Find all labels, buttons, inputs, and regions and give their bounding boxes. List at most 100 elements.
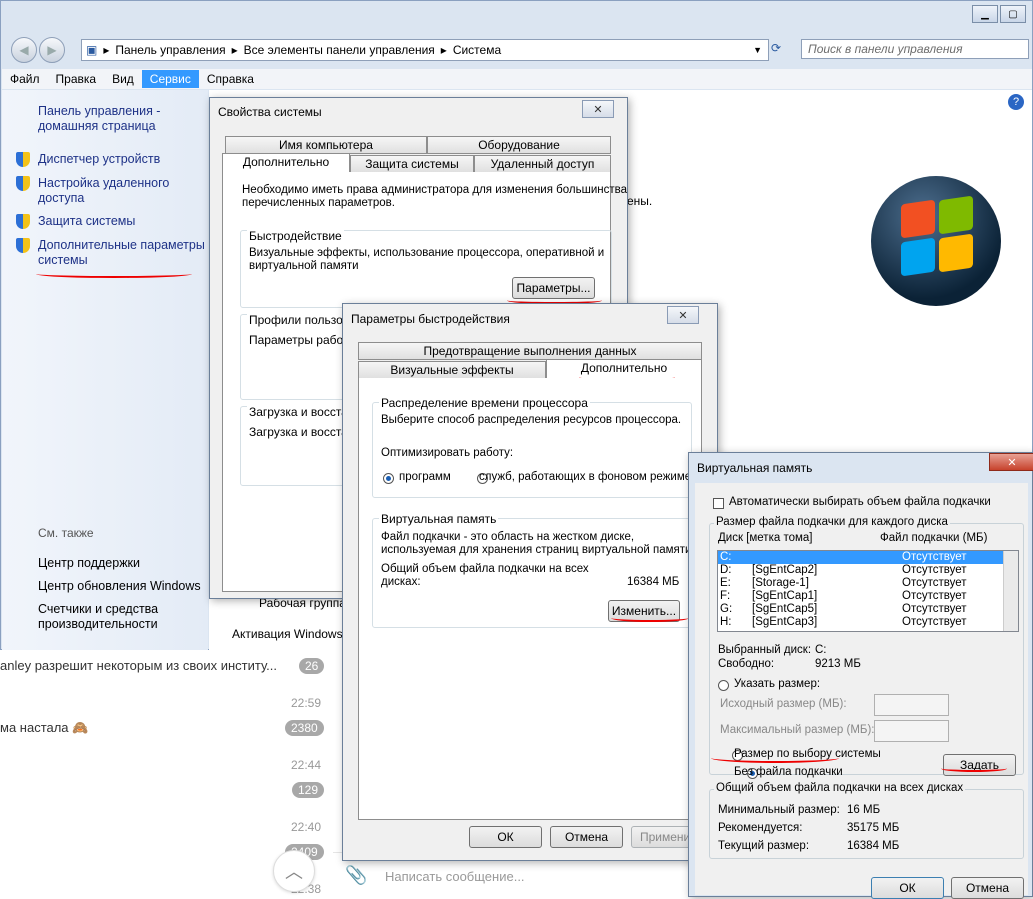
red-underline bbox=[941, 765, 1007, 772]
auto-manage-checkbox[interactable] bbox=[713, 498, 724, 509]
cancel-button[interactable]: Отмена bbox=[951, 877, 1024, 899]
maximize-button[interactable]: ▢ bbox=[1000, 5, 1026, 23]
admin-note: Необходимо иметь права администратора дл… bbox=[242, 184, 627, 209]
selected-drive-label: Выбранный диск: bbox=[718, 644, 812, 656]
close-button[interactable]: ✕ bbox=[582, 100, 614, 118]
menu-file[interactable]: Файл bbox=[2, 70, 48, 88]
recommended-value: 35175 МБ bbox=[847, 822, 900, 834]
windows-logo bbox=[871, 176, 1001, 306]
total-paging-value: 16384 МБ bbox=[627, 576, 680, 588]
scroll-down-button[interactable]: ︿ bbox=[273, 850, 315, 892]
total-paging-label: Общий объем файла подкачки на всех диска… bbox=[381, 563, 589, 588]
list-item[interactable]: H: [SgEntCap3] Отсутствует bbox=[718, 616, 1018, 629]
cpu-scheduling-label: Распределение времени процессора bbox=[379, 396, 590, 410]
scrollbar[interactable] bbox=[1003, 551, 1018, 631]
performance-options-dialog: Параметры быстродействия ✕ Предотвращени… bbox=[342, 303, 718, 861]
refresh-icon[interactable]: ⟳ bbox=[771, 41, 781, 55]
sidebar: Панель управления - домашняя страница Ди… bbox=[2, 90, 208, 650]
max-size-input[interactable] bbox=[874, 720, 949, 742]
activation-heading: Активация Windows bbox=[232, 627, 343, 641]
auto-manage-label[interactable]: Автоматически выбирать объем файла подка… bbox=[729, 496, 991, 508]
optimize-label: Оптимизировать работу: bbox=[381, 447, 514, 459]
virtual-memory-text: Файл подкачки - это область на жестком д… bbox=[381, 531, 695, 556]
column-drive: Диск [метка тома] bbox=[718, 532, 813, 544]
list-item[interactable]: E: [Storage-1] Отсутствует bbox=[718, 577, 1018, 590]
ok-button[interactable]: ОК bbox=[871, 877, 944, 899]
chevron-down-icon[interactable]: ▼ bbox=[753, 45, 762, 55]
dialog-title: Свойства системы bbox=[218, 105, 322, 119]
chat-time: 22:40 bbox=[291, 820, 322, 834]
apply-button[interactable]: Применить bbox=[631, 826, 691, 848]
current-size-value: 16384 МБ bbox=[847, 840, 900, 852]
radio-programs-label[interactable]: программ bbox=[399, 471, 451, 483]
tab-visual-effects[interactable]: Визуальные эффекты bbox=[358, 361, 546, 379]
sidebar-item-device-manager[interactable]: Диспетчер устройств bbox=[38, 152, 160, 167]
minimize-button[interactable]: ▁ bbox=[972, 5, 998, 23]
cancel-button[interactable]: Отмена bbox=[550, 826, 623, 848]
menu-tools[interactable]: Сервис bbox=[141, 70, 199, 88]
cpu-scheduling-text: Выберите способ распределения ресурсов п… bbox=[381, 414, 682, 426]
see-also-windows-update[interactable]: Центр обновления Windows bbox=[38, 579, 201, 594]
sidebar-home-link[interactable]: Панель управления - домашняя страница bbox=[38, 104, 160, 134]
see-also-heading: См. также bbox=[38, 526, 94, 540]
radio-background-services-label[interactable]: служб, работающих в фоновом режиме bbox=[479, 471, 691, 483]
breadcrumb-item[interactable]: Система bbox=[453, 43, 501, 57]
list-item[interactable]: D: [SgEntCap2] Отсутствует bbox=[718, 564, 1018, 577]
ok-button[interactable]: ОК bbox=[469, 826, 542, 848]
tab-computer-name[interactable]: Имя компьютера bbox=[225, 136, 427, 154]
drive-list[interactable]: C: Отсутствует D: [SgEntCap2] Отсутствует E… bbox=[717, 550, 1019, 632]
tab-dep[interactable]: Предотвращение выполнения данных bbox=[358, 342, 702, 360]
breadcrumb-item[interactable]: Панель управления bbox=[115, 43, 225, 57]
breadcrumb-separator-icon: ▸ bbox=[231, 43, 238, 57]
address-bar[interactable]: ▣ ▸ Панель управления ▸ Все элементы пан… bbox=[81, 39, 769, 61]
cpu-scheduling-group: Распределение времени процессора Выберит… bbox=[372, 396, 692, 498]
menu-view[interactable]: Вид bbox=[104, 70, 142, 88]
red-underline bbox=[711, 753, 839, 763]
help-icon[interactable]: ? bbox=[1008, 94, 1024, 110]
performance-group: Быстродействие Визуальные эффекты, испол… bbox=[240, 229, 612, 308]
see-also-performance[interactable]: Счетчики и средства производительности bbox=[38, 602, 158, 632]
sidebar-item-advanced-settings[interactable]: Дополнительные параметры системы bbox=[38, 238, 205, 268]
radio-custom-size[interactable] bbox=[718, 680, 729, 691]
close-button[interactable]: ✕ bbox=[667, 306, 699, 324]
menu-bar: Файл Правка Вид Сервис Справка bbox=[2, 69, 1032, 89]
sidebar-item-system-protection[interactable]: Защита системы bbox=[38, 214, 135, 229]
performance-text: Визуальные эффекты, использование процес… bbox=[249, 247, 605, 272]
message-input[interactable]: Написать сообщение... bbox=[385, 869, 525, 884]
tab-hardware[interactable]: Оборудование bbox=[427, 136, 611, 154]
min-size-label: Минимальный размер: bbox=[718, 804, 840, 816]
min-size-value: 16 МБ bbox=[847, 804, 881, 816]
list-item[interactable]: G: [SgEntCap5] Отсутствует bbox=[718, 603, 1018, 616]
forward-button[interactable]: ▶ bbox=[39, 37, 65, 63]
list-item[interactable]: C: Отсутствует bbox=[718, 551, 1018, 564]
close-button[interactable]: ✕ bbox=[989, 453, 1033, 471]
initial-size-input[interactable] bbox=[874, 694, 949, 716]
performance-settings-button[interactable]: Параметры... bbox=[512, 277, 595, 299]
menu-help[interactable]: Справка bbox=[199, 70, 262, 88]
radio-programs[interactable] bbox=[383, 473, 394, 484]
back-button[interactable]: ◀ bbox=[11, 37, 37, 63]
list-item[interactable]: F: [SgEntCap1] Отсутствует bbox=[718, 590, 1018, 603]
chat-message-preview[interactable]: anley разрешит некоторым из своих инстит… bbox=[0, 658, 277, 673]
startup-recovery-text: Загрузка и восстан bbox=[249, 425, 355, 439]
unread-badge: 129 bbox=[292, 782, 325, 798]
see-also-action-center[interactable]: Центр поддержки bbox=[38, 556, 140, 571]
recommended-label: Рекомендуется: bbox=[718, 822, 803, 834]
paperclip-icon[interactable]: 📎 bbox=[345, 865, 367, 886]
chat-time: 22:44 bbox=[291, 758, 322, 772]
red-underline bbox=[36, 270, 192, 278]
breadcrumb-item[interactable]: Все элементы панели управления bbox=[244, 43, 435, 57]
current-size-label: Текущий размер: bbox=[718, 840, 810, 852]
search-input[interactable]: Поиск в панели управления bbox=[801, 39, 1029, 59]
tab-system-protection[interactable]: Защита системы bbox=[350, 155, 474, 173]
menu-edit[interactable]: Правка bbox=[48, 70, 105, 88]
total-paging-group: Общий объем файла подкачки на всех диска… bbox=[709, 782, 1024, 859]
unread-badge: 2380 bbox=[285, 720, 324, 736]
chat-message-preview[interactable]: ма настала 🙈 bbox=[0, 720, 88, 736]
initial-size-label: Исходный размер (МБ): bbox=[720, 698, 847, 710]
tab-remote[interactable]: Удаленный доступ bbox=[474, 155, 611, 173]
radio-no-paging-file-label[interactable]: Без файла подкачки bbox=[734, 766, 843, 778]
per-drive-group: Размер файла подкачки для каждого диска … bbox=[709, 516, 1024, 779]
sidebar-item-remote-settings[interactable]: Настройка удаленного доступа bbox=[38, 176, 169, 206]
radio-custom-size-label[interactable]: Указать размер: bbox=[734, 678, 820, 690]
